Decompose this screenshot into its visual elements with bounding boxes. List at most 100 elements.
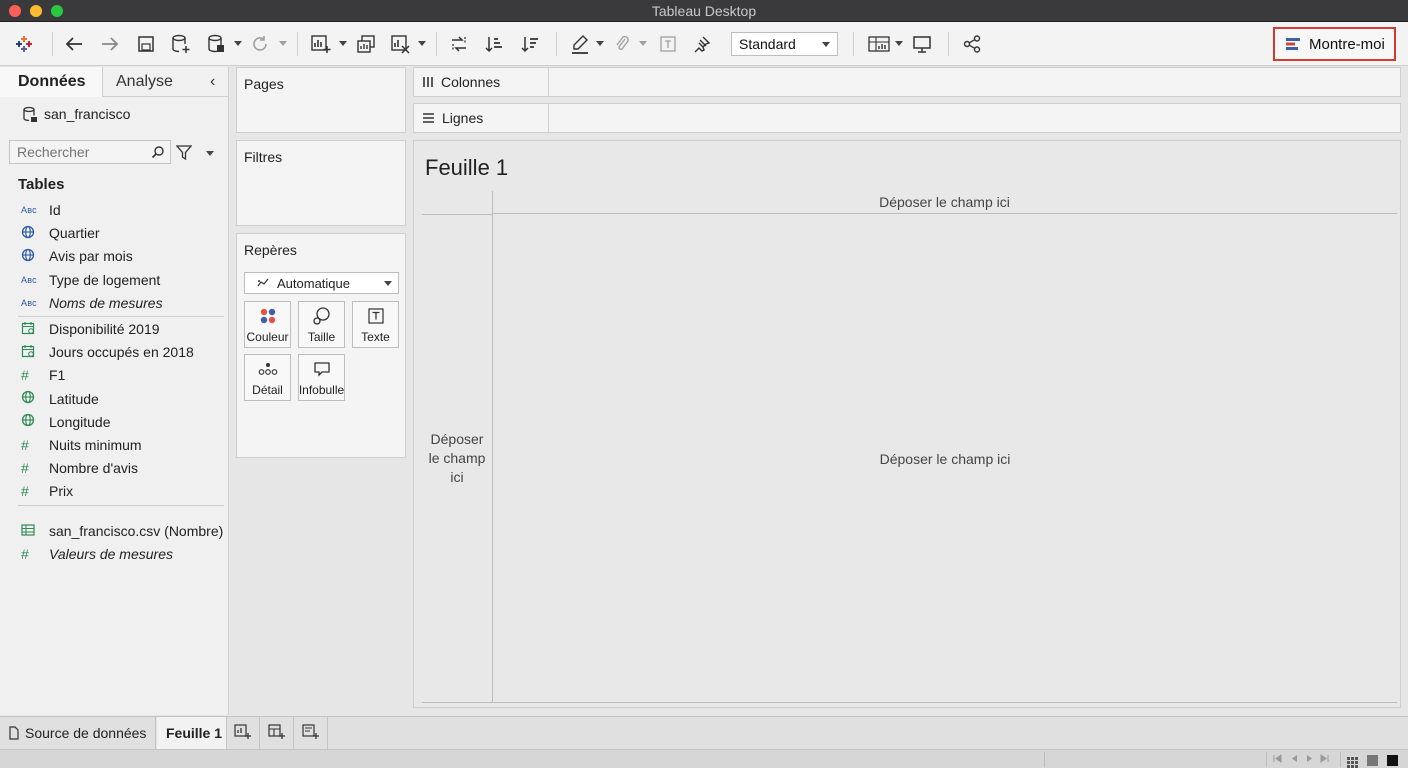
field-item[interactable]: Disponibilité 2019 — [0, 318, 225, 340]
sort-ascending-icon[interactable] — [482, 32, 506, 56]
text-mark-label: Texte — [361, 330, 390, 344]
text-mark-button[interactable]: Texte — [352, 301, 399, 348]
forward-arrow-icon[interactable] — [98, 32, 122, 56]
show-sheet-sorter-icon[interactable] — [1347, 755, 1358, 768]
highlight-pen-icon[interactable] — [568, 32, 592, 56]
show-filmstrip-icon[interactable] — [1367, 755, 1378, 766]
field-item[interactable]: Avis par mois — [0, 245, 225, 267]
field-item[interactable]: # Nombre d'avis — [0, 457, 225, 479]
drop-zone-center[interactable]: Déposer le champ ici — [493, 215, 1397, 702]
collapse-pane-icon[interactable]: ‹ — [210, 73, 215, 91]
field-item[interactable]: Aвс Noms de mesures — [0, 292, 225, 314]
field-item[interactable]: Jours occupés en 2018 — [0, 341, 225, 363]
new-worksheet-tab-button[interactable] — [227, 717, 260, 749]
field-item[interactable]: # F1 — [0, 364, 225, 386]
calendar-icon — [21, 321, 35, 338]
pane-tabs: Données Analyse ‹ — [0, 67, 229, 97]
rows-shelf[interactable]: Lignes — [413, 103, 1401, 133]
window-title: Tableau Desktop — [651, 3, 757, 19]
mark-type-dropdown[interactable]: Automatique — [244, 272, 399, 294]
chevron-down-icon[interactable] — [418, 41, 426, 46]
clear-sheet-icon[interactable] — [388, 32, 414, 56]
globe-icon — [21, 390, 35, 407]
chevron-down-icon[interactable] — [206, 151, 214, 156]
pause-datasource-icon[interactable] — [204, 32, 228, 56]
status-bar — [0, 749, 1408, 768]
field-item[interactable]: Longitude — [0, 411, 225, 433]
swap-rows-columns-icon[interactable] — [447, 32, 471, 56]
next-sheet-icon[interactable] — [1305, 754, 1314, 765]
save-icon[interactable] — [134, 32, 158, 56]
rows-shelf-label: Lignes — [414, 104, 549, 132]
tableau-logo-icon[interactable] — [12, 32, 36, 56]
pin-axes-icon[interactable] — [690, 32, 714, 56]
detail-mark-button[interactable]: Détail — [244, 354, 291, 401]
tab-sheet-1[interactable]: Feuille 1 — [157, 717, 227, 749]
database-icon — [9, 726, 19, 740]
refresh-icon[interactable] — [248, 32, 272, 56]
size-mark-button[interactable]: Taille — [298, 301, 345, 348]
field-type-icon: # — [0, 483, 49, 499]
chevron-down-icon[interactable] — [279, 41, 287, 46]
columns-label-text: Colonnes — [441, 74, 501, 90]
drop-zone-columns[interactable]: Déposer le champ ici — [492, 191, 1397, 214]
field-item[interactable]: Latitude — [0, 388, 225, 410]
new-story-tab-button[interactable] — [295, 717, 328, 749]
color-mark-button[interactable]: Couleur — [244, 301, 291, 348]
tab-data[interactable]: Données — [0, 67, 103, 97]
new-dashboard-tab-button[interactable] — [261, 717, 294, 749]
field-item[interactable]: # Prix — [0, 480, 225, 502]
tooltip-mark-button[interactable]: Infobulle — [298, 354, 345, 401]
columns-shelf[interactable]: Colonnes — [413, 67, 1401, 97]
chevron-down-icon[interactable] — [639, 41, 647, 46]
group-paperclip-icon[interactable] — [610, 32, 634, 56]
globe-icon — [21, 248, 35, 265]
field-item[interactable]: Aвс Id — [0, 199, 225, 221]
field-item[interactable]: # Nuits minimum — [0, 434, 225, 456]
filters-card[interactable]: Filtres — [236, 140, 406, 226]
rows-icon — [422, 112, 435, 124]
rows-label-text: Lignes — [442, 110, 484, 126]
card-visibility-icon[interactable] — [866, 32, 892, 56]
tab-analysis[interactable]: Analyse — [104, 67, 204, 97]
new-worksheet-icon[interactable] — [308, 32, 334, 56]
sheet-title[interactable]: Feuille 1 — [425, 155, 508, 181]
field-item[interactable]: # Valeurs de mesures — [0, 543, 225, 565]
share-icon[interactable] — [960, 32, 984, 56]
show-me-icon — [1285, 36, 1301, 52]
back-arrow-icon[interactable] — [62, 32, 86, 56]
previous-sheet-icon[interactable] — [1290, 754, 1299, 765]
show-tabs-icon[interactable] — [1387, 755, 1398, 766]
calendar-icon — [21, 344, 35, 361]
search-icon[interactable] — [151, 145, 165, 162]
fit-dropdown[interactable]: Standard — [731, 32, 838, 56]
field-item[interactable]: san_francisco.csv (Nombre) — [0, 520, 225, 542]
drop-zone-rows[interactable]: Déposer le champ ici — [422, 214, 492, 702]
field-type-icon: # — [0, 546, 49, 562]
chevron-down-icon[interactable] — [895, 41, 903, 46]
field-label: F1 — [49, 367, 66, 384]
show-me-button[interactable]: Montre-moi — [1273, 27, 1396, 61]
new-datasource-icon[interactable] — [168, 32, 194, 56]
database-icon — [22, 106, 38, 123]
search-input[interactable] — [9, 140, 171, 164]
datasource-item[interactable]: san_francisco — [22, 104, 130, 124]
filter-icon[interactable] — [175, 145, 193, 163]
chevron-down-icon[interactable] — [596, 41, 604, 46]
tab-data-source-label: Source de données — [25, 725, 147, 741]
presentation-mode-icon[interactable] — [910, 32, 934, 56]
new-worksheet-icon — [234, 723, 252, 743]
pages-card[interactable]: Pages — [236, 67, 406, 133]
tab-data-source[interactable]: Source de données — [0, 717, 156, 749]
last-sheet-icon[interactable] — [1320, 754, 1329, 765]
chevron-down-icon[interactable] — [339, 41, 347, 46]
detail-mark-label: Détail — [252, 383, 283, 397]
duplicate-sheet-icon[interactable] — [354, 32, 378, 56]
show-labels-icon[interactable] — [656, 32, 680, 56]
first-sheet-icon[interactable] — [1273, 754, 1282, 765]
field-item[interactable]: Aвс Type de logement — [0, 269, 225, 291]
field-item[interactable]: Quartier — [0, 222, 225, 244]
chevron-down-icon[interactable] — [234, 41, 242, 46]
sort-descending-icon[interactable] — [518, 32, 542, 56]
field-type-icon — [0, 413, 49, 430]
